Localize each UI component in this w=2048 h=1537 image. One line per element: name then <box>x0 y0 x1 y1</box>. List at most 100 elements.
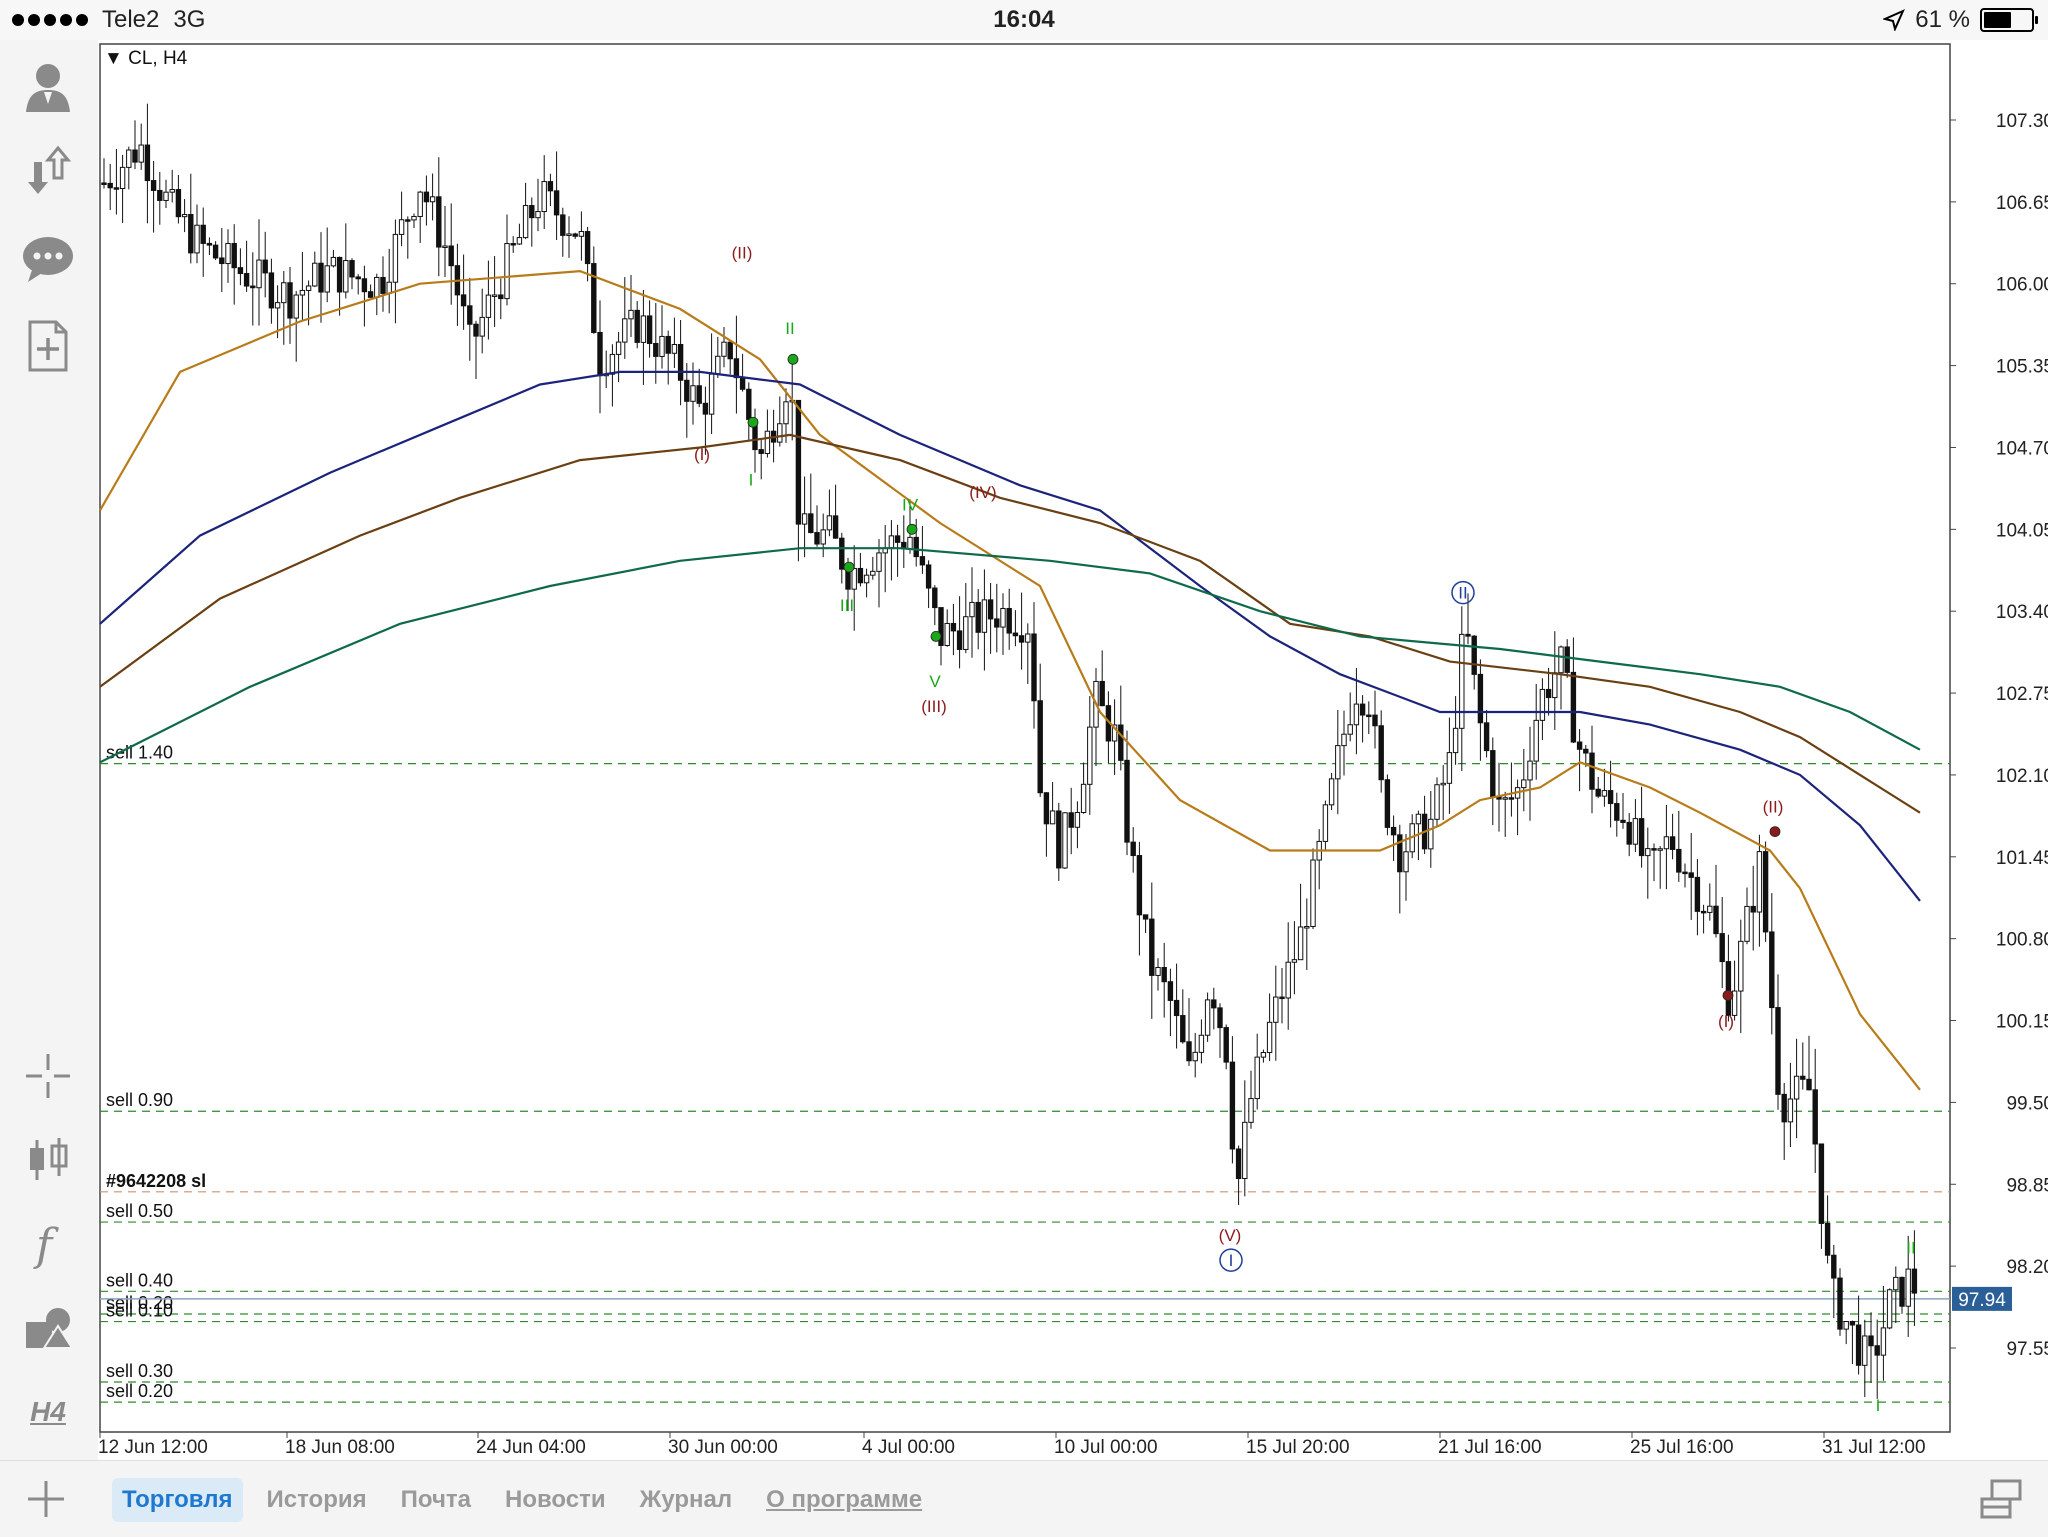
candle-body <box>1663 836 1670 850</box>
candle-body <box>1266 1021 1273 1054</box>
candle-body <box>529 205 535 219</box>
current-price-value: 97.94 <box>1958 1290 2006 1311</box>
candle-body <box>578 231 585 237</box>
candle-body <box>1087 726 1093 785</box>
order-label: sell 0.10 <box>106 1301 173 1321</box>
candle-body <box>274 302 281 309</box>
wave-label: (II) <box>1763 798 1784 817</box>
tab-0[interactable]: Торговля <box>112 1478 243 1522</box>
candle-body <box>181 214 188 218</box>
candle-body <box>1192 1051 1198 1062</box>
candle-body <box>225 243 231 265</box>
candle-body <box>814 532 820 545</box>
symbol-label[interactable]: ▼ CL, H4 <box>104 48 187 70</box>
candle-body <box>1601 790 1608 797</box>
candle-body <box>268 272 275 309</box>
candle-body <box>1198 1034 1205 1053</box>
candle-body <box>126 149 132 168</box>
candle-body <box>1415 813 1422 825</box>
candle-body <box>975 601 981 633</box>
candle-body <box>281 282 287 304</box>
time-label: 10 Jul 00:00 <box>1054 1437 1158 1458</box>
candle-body <box>634 309 640 343</box>
chart-frame <box>99 43 1951 1433</box>
candle-body <box>932 587 938 609</box>
candle-body <box>1744 905 1750 942</box>
candle-body <box>163 191 169 201</box>
candle-body <box>888 535 895 549</box>
candle-body <box>696 385 702 404</box>
price-label: 106.65 <box>1996 193 2048 214</box>
bottom-tabs: Торговля История Почта Новости Журнал О прогр… <box>112 1478 932 1522</box>
candle-body <box>1756 851 1763 913</box>
candle-body <box>1254 1056 1260 1100</box>
price-label: 106.00 <box>1996 275 2048 296</box>
candle-body <box>374 276 380 298</box>
candle-body <box>1136 855 1143 916</box>
candle-body <box>467 305 473 325</box>
candle-body <box>1366 714 1372 718</box>
candle-body <box>150 180 157 191</box>
tab-4[interactable]: Журнал <box>630 1478 742 1522</box>
price-label: 107.30 <box>1996 111 2048 132</box>
candle-body <box>950 622 957 632</box>
candle-body <box>1459 633 1465 729</box>
candle-body <box>1694 876 1701 912</box>
candle-body <box>324 265 330 293</box>
candle-body <box>491 294 498 297</box>
candle-body <box>1297 926 1304 961</box>
candle-body <box>510 243 516 246</box>
candle-body <box>1638 818 1645 857</box>
candle-body <box>659 335 665 357</box>
add-icon[interactable] <box>22 1475 70 1523</box>
candle-body <box>1533 719 1539 762</box>
candle-body <box>746 388 752 420</box>
candle-body <box>479 316 485 337</box>
candle-body <box>690 385 696 402</box>
ma-navy-line <box>99 370 1921 902</box>
candle-body <box>919 556 926 566</box>
candle-body <box>442 245 448 248</box>
order-label: sell 0.50 <box>106 1201 173 1221</box>
candle-body <box>1130 841 1136 857</box>
candle-body <box>349 260 355 278</box>
tab-1[interactable]: История <box>257 1478 377 1522</box>
candle-body <box>963 616 969 650</box>
candle-body <box>1341 733 1347 747</box>
candle-body <box>1700 910 1707 914</box>
price-chart[interactable]: 107.30 106.65 106.00 105.35 104.70 104.05 103.… <box>0 0 2048 1460</box>
candle-body <box>293 294 299 319</box>
candle-body <box>299 289 306 296</box>
candle-body <box>188 214 194 254</box>
window-layout-icon[interactable] <box>1978 1475 2026 1523</box>
candle-body <box>1831 1254 1837 1279</box>
candle-body <box>1626 821 1632 845</box>
wave-label: (II) <box>732 244 753 263</box>
candle-body <box>498 294 504 300</box>
candle-body <box>801 513 808 525</box>
candle-body <box>1223 1027 1229 1063</box>
candle-body <box>423 191 430 203</box>
candle-body <box>1372 714 1378 727</box>
candle-body <box>262 259 268 274</box>
candle-body <box>1682 871 1688 875</box>
candle-body <box>1843 1320 1849 1330</box>
candle-body <box>894 535 901 543</box>
candle-body <box>764 430 771 454</box>
candle-body <box>1335 745 1341 780</box>
candle-body <box>1781 1093 1787 1123</box>
candle-body <box>175 189 182 218</box>
candle-body <box>1899 1276 1905 1307</box>
order-label: sell 0.90 <box>106 1090 173 1110</box>
tab-2[interactable]: Почта <box>391 1478 481 1522</box>
candle-body <box>101 182 107 185</box>
tab-3[interactable]: Новости <box>495 1478 616 1522</box>
candle-body <box>808 513 814 534</box>
tab-5[interactable]: О программе <box>756 1478 932 1522</box>
candle-body <box>1322 804 1329 842</box>
candle-body <box>1620 819 1626 823</box>
candle-body <box>1676 848 1682 873</box>
candle-body <box>826 515 833 531</box>
candle-body <box>411 215 417 221</box>
candle-body <box>1669 836 1676 850</box>
